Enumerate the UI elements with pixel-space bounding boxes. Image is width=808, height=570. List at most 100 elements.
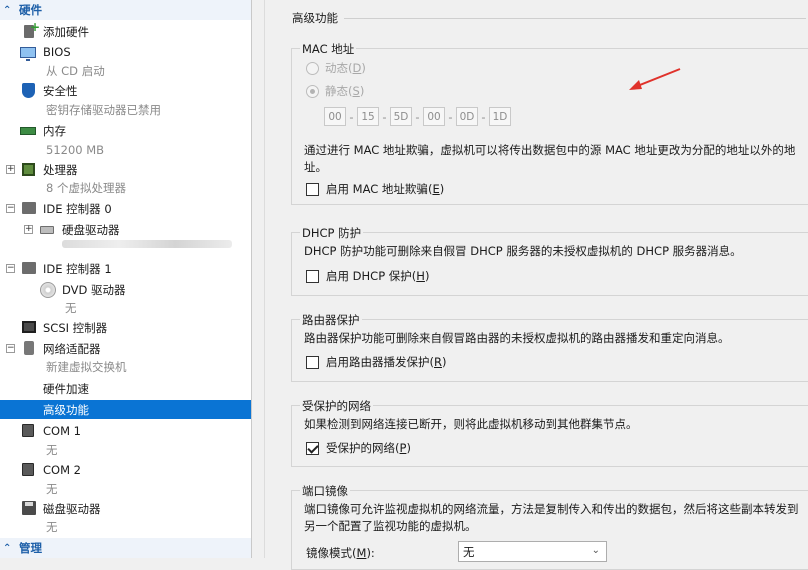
ide0-label: IDE 控制器 0 [43,201,112,216]
mac-address-legend: MAC 地址 [300,41,357,57]
mac-octet-2[interactable]: 15 [357,107,379,126]
mirroring-mode-select[interactable]: 无 ⌄ [458,541,607,562]
tree-item-security[interactable]: 安全性 [0,81,251,100]
mirror-description-line-2: 另一个配置了监视功能的虚拟机。 [304,519,477,533]
processor-icon [22,163,35,176]
expand-plus-icon[interactable]: + [6,165,15,174]
protected-network-group: 受保护的网络 如果检测到网络连接已断开，则将此虚拟机移动到其他群集节点。 受保护… [291,398,808,467]
mac-octet-1[interactable]: 00 [324,107,346,126]
com-port-icon [22,424,34,437]
dhcp-guard-legend: DHCP 防护 [300,225,364,241]
scsi-controller-icon [22,321,36,333]
dhcp-guard-group: DHCP 防护 DHCP 防护功能可删除来自假冒 DHCP 服务器的未授权虚拟机… [291,225,808,296]
mirroring-mode-value: 无 [463,544,475,559]
mac-dynamic-radio[interactable]: 动态(D) [306,60,366,76]
mac-octet-6[interactable]: 1D [489,107,511,126]
dhcp-guard-description: DHCP 防护功能可删除来自假冒 DHCP 服务器的未授权虚拟机的 DHCP 服… [304,244,742,258]
tree-item-advanced-features[interactable]: 高级功能 [0,400,251,419]
tree-item-com1-detail[interactable]: 无 [0,440,251,459]
mac-octet-5[interactable]: 0D [456,107,478,126]
dvd-label: DVD 驱动器 [62,282,126,297]
dhcp-guard-checkbox[interactable]: 启用 DHCP 保护(H) [306,268,429,284]
collapse-minus-icon[interactable]: − [6,264,15,273]
title-divider [344,18,806,19]
protected-network-accel-key: P [399,441,407,455]
router-guard-checkbox[interactable]: 启用路由器播发保护(R) [306,354,447,370]
memory-icon [20,127,36,135]
collapse-minus-icon[interactable]: − [6,344,15,353]
floppy-detail: 无 [46,519,58,534]
mac-address-input[interactable]: 00 - 15 - 5D - 00 - 0D - 1D [324,107,511,126]
tree-item-network[interactable]: − 网络适配器 [0,339,251,358]
collapse-chevron-icon[interactable]: ⌃ [3,5,19,16]
checkbox-unchecked-icon [306,355,319,369]
ide1-label: IDE 控制器 1 [43,261,112,276]
tree-item-com1[interactable]: COM 1 [0,421,251,440]
tree-item-bios-detail[interactable]: 从 CD 启动 [0,61,251,80]
memory-label: 内存 [43,123,66,138]
tree-item-bios[interactable]: BIOS [0,42,251,61]
collapse-chevron-icon[interactable]: ⌃ [3,543,19,554]
mac-separator: - [382,109,387,124]
protected-network-checkbox[interactable]: 受保护的网络(P) [306,440,411,456]
tree-item-com2[interactable]: COM 2 [0,460,251,479]
tree-item-scsi[interactable]: SCSI 控制器 [0,318,251,337]
security-detail: 密钥存储驱动器已禁用 [46,102,161,117]
hardware-section-header[interactable]: ⌃ 硬件 [0,0,251,20]
port-mirroring-legend: 端口镜像 [300,483,350,499]
router-guard-accel-key: R [434,355,442,369]
hardware-acceleration-label: 硬件加速 [43,381,89,396]
com2-label: COM 2 [43,462,81,477]
hardware-header-label: 硬件 [19,3,42,17]
redacted-drive-path [62,240,232,248]
shield-icon [22,83,35,98]
tree-item-com2-detail[interactable]: 无 [0,479,251,498]
mac-static-radio[interactable]: 静态(S) [306,83,364,99]
port-mirroring-group: 端口镜像 端口镜像可允许监视虚拟机的网络流量，方法是复制传入和传出的数据包，然后… [291,483,808,570]
tree-item-dvd-detail[interactable]: 无 [0,298,251,317]
tree-item-add-hardware[interactable]: 添加硬件 [0,20,251,41]
management-header-label: 管理 [19,541,42,555]
mac-spoofing-checkbox[interactable]: 启用 MAC 地址欺骗(E) [306,181,444,197]
expand-plus-icon[interactable]: + [24,225,33,234]
settings-panel: 高级功能 MAC 地址 动态(D) 静态(S) 00 - 15 - 5D - 0… [264,0,808,570]
tree-item-processor[interactable]: + 处理器 [0,160,251,179]
tree-item-hard-drive[interactable]: + 硬盘驱动器 [0,220,251,239]
dhcp-guard-label: 启用 DHCP 保护 [326,269,412,283]
ide-controller-icon [22,202,36,214]
tree-item-hardware-acceleration[interactable]: 硬件加速 [0,379,251,398]
tree-item-security-detail[interactable]: 密钥存储驱动器已禁用 [0,100,251,119]
collapse-minus-icon[interactable]: − [6,204,15,213]
dvd-disc-icon [40,282,56,298]
bios-detail: 从 CD 启动 [46,63,105,78]
tree-item-memory-detail[interactable]: 51200 MB [0,140,251,159]
mirroring-mode-label: 镜像模式(M): [306,546,375,560]
router-guard-group: 路由器保护 路由器保护功能可删除来自假冒路由器的未授权虚拟机的路由器播发和重定向… [291,312,808,382]
tree-item-ide0[interactable]: − IDE 控制器 0 [0,199,251,218]
scsi-label: SCSI 控制器 [43,320,108,335]
tree-item-floppy[interactable]: 磁盘驱动器 [0,499,251,518]
floppy-disk-icon [22,501,36,515]
mac-separator: - [415,109,420,124]
mac-octet-4[interactable]: 00 [423,107,445,126]
router-guard-description: 路由器保护功能可删除来自假冒路由器的未授权虚拟机的路由器播发和重定向消息。 [304,331,730,345]
tree-item-memory[interactable]: 内存 [0,121,251,140]
security-label: 安全性 [43,83,78,98]
tree-item-ide1[interactable]: − IDE 控制器 1 [0,259,251,278]
protected-network-description: 如果检测到网络连接已断开，则将此虚拟机移动到其他群集节点。 [304,417,638,431]
page-title: 高级功能 [292,11,338,25]
management-section-header[interactable]: ⌃ 管理 [0,538,251,558]
dvd-detail: 无 [65,300,77,315]
mac-octet-3[interactable]: 5D [390,107,412,126]
mac-spoofing-label: 启用 MAC 地址欺骗 [326,182,428,196]
tree-item-floppy-detail[interactable]: 无 [0,517,251,536]
tree-item-dvd[interactable]: DVD 驱动器 [0,280,251,299]
tree-item-processor-detail[interactable]: 8 个虚拟处理器 [0,178,251,197]
router-guard-legend: 路由器保护 [300,312,362,328]
chevron-down-icon: ⌄ [591,545,600,556]
tree-item-network-detail[interactable]: 新建虚拟交换机 [0,357,251,376]
add-hardware-icon [24,20,40,38]
mac-description-line-2: 址。 [304,160,327,174]
monitor-icon [20,47,36,61]
hard-drive-label: 硬盘驱动器 [62,222,120,237]
